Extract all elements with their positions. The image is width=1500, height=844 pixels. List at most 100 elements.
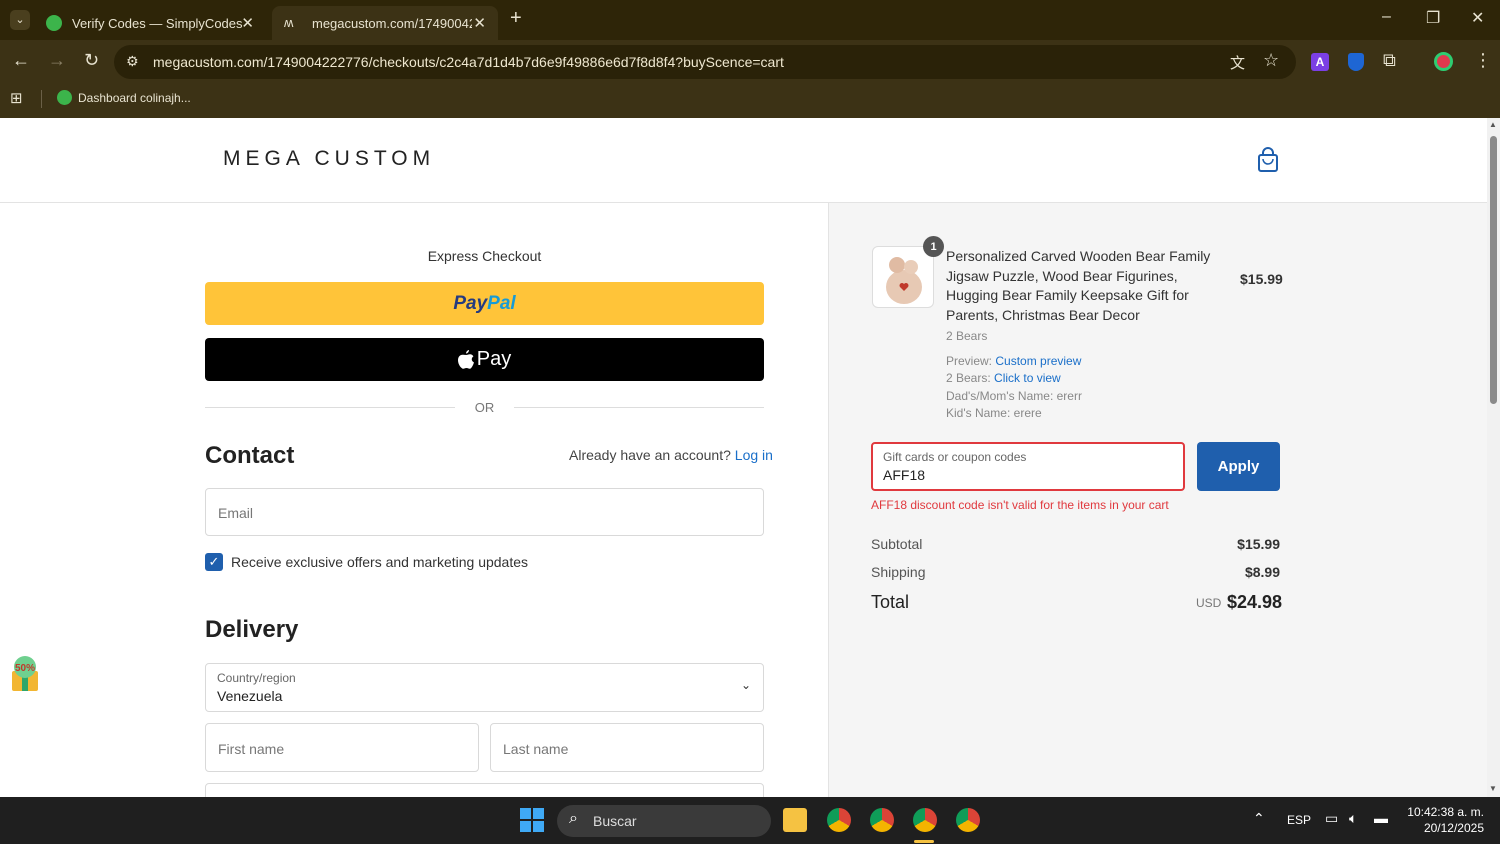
bookmark-label: Dashboard colinajh... (78, 90, 191, 105)
coupon-code-field[interactable]: Gift cards or coupon codes AFF18 (871, 442, 1185, 491)
site-header: MEGA CUSTOM (0, 118, 1487, 203)
option-preview: Preview: Custom preview (946, 354, 1081, 368)
first-name-field[interactable]: First name (205, 723, 479, 772)
marketing-opt-in[interactable]: ✓ Receive exclusive offers and marketing… (205, 553, 528, 571)
or-label: OR (474, 400, 495, 415)
search-icon: ⌕ (569, 810, 578, 827)
extensions-puzzle-icon[interactable]: ⧉ (1383, 50, 1396, 71)
bookmark-dashboard[interactable]: Dashboard colinajh... (57, 90, 191, 105)
browser-chrome: ⌄ Verify Codes — SimplyCodes ✕ ʍ megacus… (0, 0, 1500, 118)
tab-title: Verify Codes — SimplyCodes (72, 15, 242, 31)
windows-start-icon[interactable] (520, 808, 544, 832)
active-app-indicator (914, 840, 934, 843)
chevron-down-icon: ⌄ (740, 678, 751, 692)
site-logo[interactable]: MEGA CUSTOM (223, 147, 435, 171)
email-field[interactable]: Email (205, 488, 764, 536)
checkout-page: MEGA CUSTOM Express Checkout PayPal Pay … (0, 118, 1487, 797)
custom-preview-link[interactable]: Custom preview (995, 354, 1081, 368)
close-window-icon[interactable]: ✕ (1471, 8, 1484, 28)
extension-shield-icon[interactable] (1348, 53, 1364, 71)
file-explorer-icon[interactable] (783, 808, 807, 832)
bookmark-star-icon[interactable]: ☆ (1263, 50, 1279, 71)
address-bar[interactable]: ⚙ megacustom.com/1749004222776/checkouts… (114, 45, 1296, 79)
delivery-heading: Delivery (205, 616, 299, 643)
express-checkout-label: Express Checkout (427, 248, 542, 264)
or-divider: OR (205, 398, 764, 418)
tab-megacustom[interactable]: ʍ megacustom.com/174900422277 ✕ (272, 6, 498, 40)
contact-heading: Contact (205, 442, 295, 469)
paypal-logo-pay: Pay (453, 292, 488, 314)
shipping-value: $8.99 (1244, 564, 1280, 580)
restore-icon[interactable]: ❐ (1426, 8, 1440, 28)
paypal-logo-pal: Pal (487, 292, 516, 314)
discount-gift-badge-icon[interactable]: 50% (4, 653, 46, 695)
scroll-up-arrow-icon[interactable]: ▲ (1489, 120, 1497, 129)
site-settings-icon[interactable]: ⚙ (126, 53, 139, 70)
tab-title: megacustom.com/174900422277 (312, 15, 472, 31)
forward-icon[interactable]: → (48, 50, 66, 71)
country-select[interactable]: Country/region Venezuela ⌄ (205, 663, 764, 712)
new-tab-icon[interactable]: + (510, 7, 522, 30)
shipping-label: Shipping (871, 564, 926, 580)
extension-a-icon[interactable]: A (1311, 53, 1329, 71)
clock-time: 10:42:38 a. m. (1407, 805, 1484, 819)
last-name-field[interactable]: Last name (490, 723, 764, 772)
language-indicator[interactable]: ESP (1287, 813, 1311, 827)
reload-icon[interactable]: ↻ (84, 50, 99, 71)
chrome-profile-r-icon[interactable] (827, 808, 851, 832)
bookmarks-separator (41, 90, 42, 108)
apple-pay-label: Pay (476, 348, 512, 370)
address-field[interactable] (205, 783, 764, 797)
volume-icon[interactable]: 🔈︎ (1349, 810, 1357, 827)
apple-pay-button[interactable]: Pay (205, 338, 764, 381)
option-label: Dad's/Mom's Name: (946, 389, 1054, 403)
option-bears: 2 Bears: Click to view (946, 371, 1061, 385)
close-tab-icon[interactable]: ✕ (241, 14, 254, 32)
total-currency: USD (1196, 596, 1222, 610)
subtotal-label: Subtotal (871, 536, 923, 552)
dashboard-favicon-icon (57, 90, 72, 105)
coupon-value: AFF18 (883, 467, 926, 483)
paypal-button[interactable]: PayPal (205, 282, 764, 325)
option-parent-name: Dad's/Mom's Name: ererr (946, 389, 1082, 403)
back-icon[interactable]: ← (12, 50, 30, 71)
battery-icon[interactable]: ▬ (1374, 810, 1388, 826)
taskbar-search[interactable]: ⌕ Buscar (557, 805, 771, 837)
scrollbar-thumb[interactable] (1490, 136, 1497, 404)
browser-menu-icon[interactable]: ⋮ (1474, 50, 1492, 71)
tab-verify-codes[interactable]: Verify Codes — SimplyCodes ✕ (34, 6, 266, 40)
tab-list-chevron-icon[interactable]: ⌄ (10, 10, 30, 30)
tray-chevron-up-icon[interactable]: ⌃ (1253, 810, 1265, 827)
tab-strip: ⌄ Verify Codes — SimplyCodes ✕ ʍ megacus… (0, 0, 1500, 40)
option-value: ererr (1056, 389, 1082, 403)
shopping-bag-icon[interactable] (1257, 147, 1279, 173)
option-kid-name: Kid's Name: erere (946, 406, 1042, 420)
click-to-view-link[interactable]: Click to view (994, 371, 1061, 385)
paypal-logo: PayPal (453, 293, 515, 315)
marketing-opt-in-label: Receive exclusive offers and marketing u… (231, 554, 529, 570)
network-icon[interactable]: ▭ (1325, 810, 1338, 827)
checkbox-checked-icon[interactable]: ✓ (205, 553, 223, 571)
product-price: $15.99 (1240, 271, 1283, 287)
close-tab-icon[interactable]: ✕ (473, 14, 486, 32)
product-thumbnail (872, 246, 934, 308)
country-label: Country/region (217, 671, 296, 685)
chrome-profile-w-icon[interactable] (870, 808, 894, 832)
minimize-icon[interactable]: – (1382, 8, 1391, 26)
login-link[interactable]: Log in (735, 447, 773, 463)
system-clock[interactable]: 10:42:38 a. m. 20/12/2025 (1400, 804, 1484, 836)
bookmarks-bar: ⊞ Dashboard colinajh... (0, 84, 1500, 114)
scroll-down-arrow-icon[interactable]: ▼ (1489, 784, 1497, 793)
url-text[interactable]: megacustom.com/1749004222776/checkouts/c… (153, 54, 784, 70)
option-label: Kid's Name: (946, 406, 1011, 420)
page-scrollbar[interactable]: ▲ ▼ (1487, 118, 1500, 797)
chrome-active-icon[interactable] (913, 808, 937, 832)
clock-date: 20/12/2025 (1423, 821, 1484, 835)
option-label: 2 Bears: (946, 371, 991, 385)
translate-icon[interactable]: 文 (1230, 52, 1245, 73)
chrome-profile-e-icon[interactable] (956, 808, 980, 832)
profile-avatar-icon[interactable] (1434, 52, 1453, 71)
apps-grid-icon[interactable]: ⊞ (10, 89, 23, 107)
apply-coupon-button[interactable]: Apply (1197, 442, 1280, 491)
column-divider (828, 203, 829, 797)
